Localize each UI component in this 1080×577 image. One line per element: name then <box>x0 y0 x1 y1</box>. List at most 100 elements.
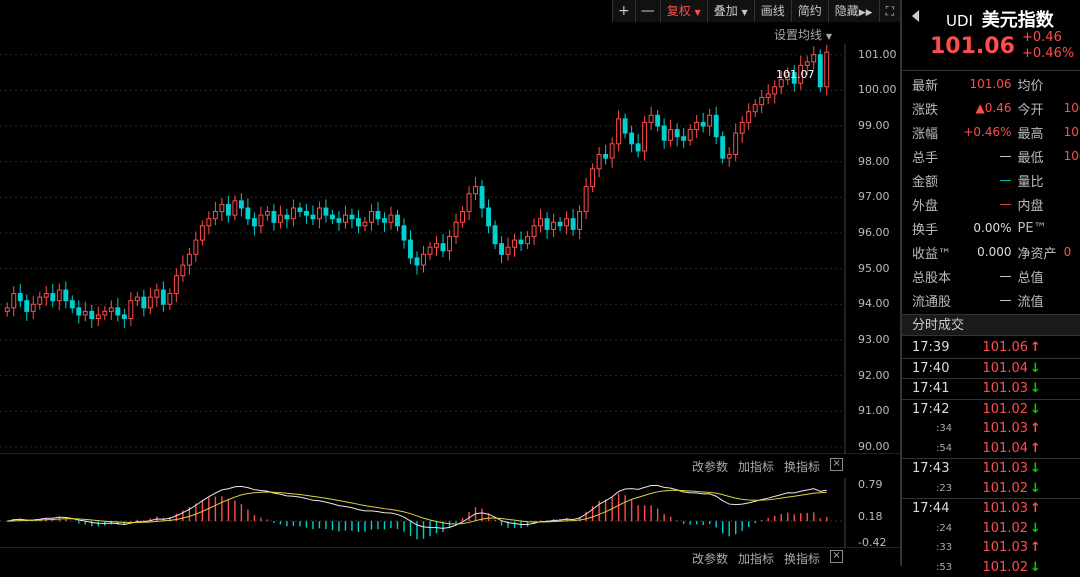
candle-body <box>636 144 640 151</box>
quote-value: — <box>960 173 1018 187</box>
y-tick-label: 100.00 <box>858 83 897 96</box>
candle-body <box>630 133 634 144</box>
switch-indicator-button-2[interactable]: 换指标 <box>784 550 820 567</box>
arrow-down-icon: ↓ <box>1030 521 1041 536</box>
zoom-out-button[interactable]: — <box>635 0 660 22</box>
trade-row[interactable]: :24101.02↓ <box>902 519 1080 539</box>
trades-list[interactable]: 17:39101.06↑17:40101.04↓17:41101.03↓17:4… <box>902 338 1080 577</box>
trade-row[interactable]: 17:41101.03↓ <box>902 379 1080 399</box>
candle-body <box>103 311 107 315</box>
draw-line-button[interactable]: 画线 <box>754 0 791 22</box>
switch-indicator-button[interactable]: 换指标 <box>784 458 820 475</box>
trade-row[interactable]: 17:44101.03↑ <box>902 499 1080 519</box>
candle-body <box>565 219 569 226</box>
trades-title[interactable]: 分时成交 <box>902 314 1080 336</box>
trade-row[interactable]: 17:42101.02↓ <box>902 400 1080 420</box>
quote-value: +0.46% <box>960 125 1018 139</box>
trade-price: 101.02 <box>976 560 1028 575</box>
add-indicator-button-2[interactable]: 加指标 <box>738 550 774 567</box>
zoom-in-button[interactable]: + <box>612 0 635 22</box>
collapse-icon[interactable] <box>912 10 919 22</box>
candle-body <box>90 311 94 318</box>
trade-price: 101.04 <box>976 361 1028 376</box>
fast-forward-icon: ▶▶ <box>859 8 873 18</box>
simple-mode-button[interactable]: 简约 <box>791 0 828 22</box>
candle-body <box>370 212 374 223</box>
y-tick-label: 93.00 <box>858 333 890 346</box>
trade-row[interactable]: 17:40101.04↓ <box>902 359 1080 379</box>
trade-row[interactable]: :54101.04↑ <box>902 439 1080 459</box>
trade-row[interactable]: 17:39101.06↑ <box>902 338 1080 358</box>
quote-header: UDI 美元指数 101.06 +0.46 +0.46% <box>902 0 1080 71</box>
chevron-down-icon: ▼ <box>826 32 832 41</box>
quote-label-2: 流值 <box>1018 291 1064 310</box>
candle-body <box>357 219 361 226</box>
candle-body <box>207 219 211 226</box>
quote-label-2: 量比 <box>1018 171 1064 190</box>
macd-tick-label: 0.18 <box>858 510 883 523</box>
adjust-button[interactable]: 复权 ▼ <box>660 0 707 22</box>
candle-body <box>265 212 269 216</box>
trade-price: 101.03 <box>976 501 1028 516</box>
candle-body <box>825 52 829 87</box>
arrow-down-icon: ↓ <box>1030 481 1041 496</box>
expand-button[interactable]: ⛶ <box>879 0 900 22</box>
price-high-label: 101.07 <box>776 68 815 81</box>
candle-body <box>181 265 185 276</box>
close-icon[interactable]: × <box>830 458 843 471</box>
quote-label: 总股本 <box>902 267 960 286</box>
expand-icon: ⛶ <box>886 4 894 18</box>
candle-body <box>402 226 406 240</box>
trade-price: 101.06 <box>976 340 1028 355</box>
chart-area[interactable]: + — 复权 ▼ 叠加 ▼ 画线 简约 隐藏▶▶ ⛶ 设置均线 ▼ 101.07… <box>0 0 900 566</box>
quote-row: 换手0.00%PE™ <box>902 216 1080 240</box>
add-indicator-button[interactable]: 加指标 <box>738 458 774 475</box>
quote-row: 流通股—流值 <box>902 288 1080 312</box>
hide-button[interactable]: 隐藏▶▶ <box>828 0 879 22</box>
close-icon-2[interactable]: × <box>830 550 843 563</box>
change-pct: +0.46% <box>1022 46 1074 61</box>
chevron-down-icon: ▼ <box>695 8 701 17</box>
trade-time: :54 <box>902 443 976 454</box>
candle-body <box>584 187 588 212</box>
trade-time: :23 <box>902 483 976 494</box>
change-param-button[interactable]: 改参数 <box>692 458 728 475</box>
trade-row[interactable]: :53101.02↓ <box>902 558 1080 577</box>
y-tick-label: 92.00 <box>858 369 890 382</box>
trade-row[interactable]: :23101.02↓ <box>902 479 1080 499</box>
trade-row[interactable]: 17:43101.03↓ <box>902 459 1080 479</box>
trade-row[interactable]: :33101.03↑ <box>902 538 1080 558</box>
candle-body <box>344 215 348 222</box>
candle-body <box>695 122 699 129</box>
quote-label: 最新 <box>902 75 960 94</box>
symbol-title: UDI 美元指数 <box>946 6 1054 32</box>
y-tick-label: 97.00 <box>858 190 890 203</box>
y-tick-label: 90.00 <box>858 440 890 453</box>
macd-tick-label: 0.79 <box>858 478 883 491</box>
trade-price: 101.02 <box>976 402 1028 417</box>
candle-body <box>272 212 276 223</box>
candle-body <box>610 144 614 158</box>
candle-body <box>474 187 478 194</box>
trade-row[interactable]: :34101.03↑ <box>902 419 1080 439</box>
candle-body <box>805 62 809 66</box>
ma-settings-button[interactable]: 设置均线 ▼ <box>774 26 832 43</box>
trade-time: 17:44 <box>902 501 976 516</box>
indicator-toolbar-2: 改参数 加指标 换指标 × <box>692 550 843 567</box>
trade-price: 101.04 <box>976 441 1028 456</box>
candle-body <box>239 201 243 208</box>
candle-body <box>135 297 139 301</box>
quote-label-2: 最低 <box>1018 147 1064 166</box>
overlay-label: 叠加 <box>714 4 738 18</box>
arrow-up-icon: ↑ <box>1030 441 1041 456</box>
kline-chart[interactable] <box>0 44 900 454</box>
candle-body <box>129 301 133 319</box>
overlay-button[interactable]: 叠加 ▼ <box>707 0 754 22</box>
change-param-button-2[interactable]: 改参数 <box>692 550 728 567</box>
candle-body <box>311 215 315 219</box>
quote-label: 涨跌 <box>902 99 960 118</box>
macd-chart[interactable] <box>0 478 900 548</box>
candle-body <box>116 308 120 315</box>
trade-time: 17:40 <box>902 361 976 376</box>
candle-body <box>298 208 302 212</box>
